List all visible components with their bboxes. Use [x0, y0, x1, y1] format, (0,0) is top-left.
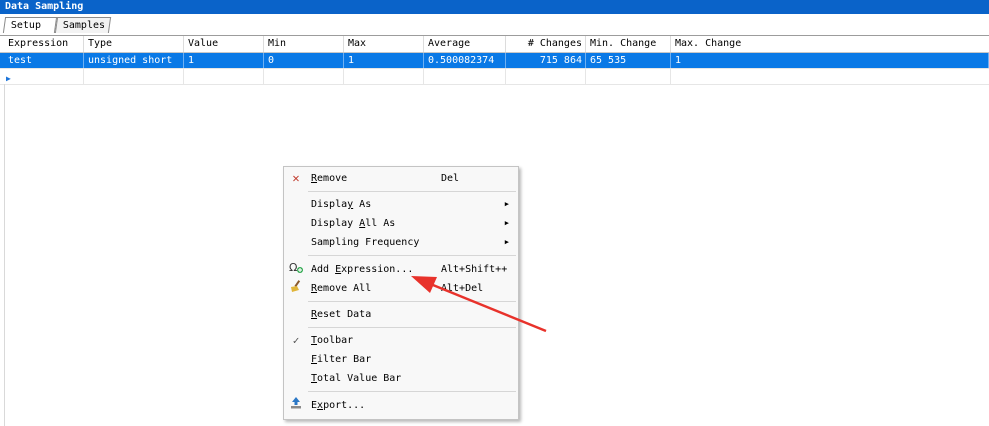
svg-text:Ω: Ω — [289, 261, 297, 274]
tab-strip: Setup Samples — [0, 15, 989, 36]
menu-item-toolbar[interactable]: ✓ Toolbar — [285, 331, 517, 350]
menu-item-reset-data[interactable]: Reset Data — [285, 305, 517, 324]
column-header-max-change[interactable]: Max. Change — [671, 36, 989, 52]
export-icon — [288, 396, 304, 416]
menu-item-total-value-bar[interactable]: Total Value Bar — [285, 369, 517, 388]
broom-icon — [288, 279, 304, 299]
submenu-arrow-icon: ▶ — [504, 238, 509, 246]
menu-separator — [308, 391, 516, 392]
grid-left-border — [4, 84, 5, 426]
column-header-expression[interactable]: Expression — [4, 36, 84, 52]
empty-cell — [586, 69, 671, 84]
remove-x-icon: ✕ — [292, 171, 300, 185]
empty-cell — [264, 69, 344, 84]
menu-separator — [308, 301, 516, 302]
tab-samples[interactable]: Samples — [54, 17, 112, 33]
context-menu: ✕ Remove Del Display As ▶ Display All As… — [283, 166, 519, 420]
menu-separator — [308, 191, 516, 192]
empty-cell — [4, 69, 84, 84]
sampling-grid: Expression Type^ Value Min Max Average #… — [0, 36, 989, 85]
table-row[interactable]: test unsigned short 1 0 1 0.500082374 71… — [0, 53, 989, 69]
menu-item-remove-all[interactable]: Remove All Alt+Del — [285, 279, 517, 298]
new-row-placeholder[interactable]: ▶ — [0, 69, 989, 85]
empty-cell — [344, 69, 424, 84]
menu-item-display-all-as[interactable]: Display All As ▶ — [285, 214, 517, 233]
cell-changes: 715 864 — [506, 53, 586, 68]
cell-max: 1 — [344, 53, 424, 68]
menu-item-display-as[interactable]: Display As ▶ — [285, 195, 517, 214]
submenu-arrow-icon: ▶ — [504, 200, 509, 208]
menu-item-remove[interactable]: ✕ Remove Del — [285, 169, 517, 188]
menu-separator — [308, 255, 516, 256]
menu-item-add-expression[interactable]: Ω Add Expression... Alt+Shift++ — [285, 260, 517, 279]
menu-item-export[interactable]: Export... — [285, 396, 517, 415]
column-header-average[interactable]: Average — [424, 36, 506, 52]
check-icon: ✓ — [292, 334, 300, 347]
menu-separator — [308, 327, 516, 328]
menu-item-sampling-frequency[interactable]: Sampling Frequency ▶ — [285, 233, 517, 252]
empty-cell — [84, 69, 184, 84]
window-title: Data Sampling — [0, 0, 989, 14]
cell-type: unsigned short — [84, 53, 184, 68]
column-header-min-change[interactable]: Min. Change — [586, 36, 671, 52]
menu-item-filter-bar[interactable]: Filter Bar — [285, 350, 517, 369]
cell-max-change: 1 — [671, 53, 989, 68]
cell-min: 0 — [264, 53, 344, 68]
grid-header: Expression Type^ Value Min Max Average #… — [0, 36, 989, 53]
cell-average: 0.500082374 — [424, 53, 506, 68]
column-header-max[interactable]: Max — [344, 36, 424, 52]
empty-cell — [184, 69, 264, 84]
cell-value: 1 — [184, 53, 264, 68]
cell-expression: test — [4, 53, 84, 68]
add-expression-icon: Ω — [288, 260, 304, 280]
empty-cell — [506, 69, 586, 84]
submenu-arrow-icon: ▶ — [504, 219, 509, 227]
column-header-value[interactable]: Value — [184, 36, 264, 52]
cell-min-change: 65 535 — [586, 53, 671, 68]
column-header-min[interactable]: Min — [264, 36, 344, 52]
tab-setup[interactable]: Setup — [2, 17, 58, 33]
empty-cell — [424, 69, 506, 84]
column-header-changes[interactable]: # Changes — [506, 36, 586, 52]
column-header-type[interactable]: Type^ — [84, 36, 184, 52]
